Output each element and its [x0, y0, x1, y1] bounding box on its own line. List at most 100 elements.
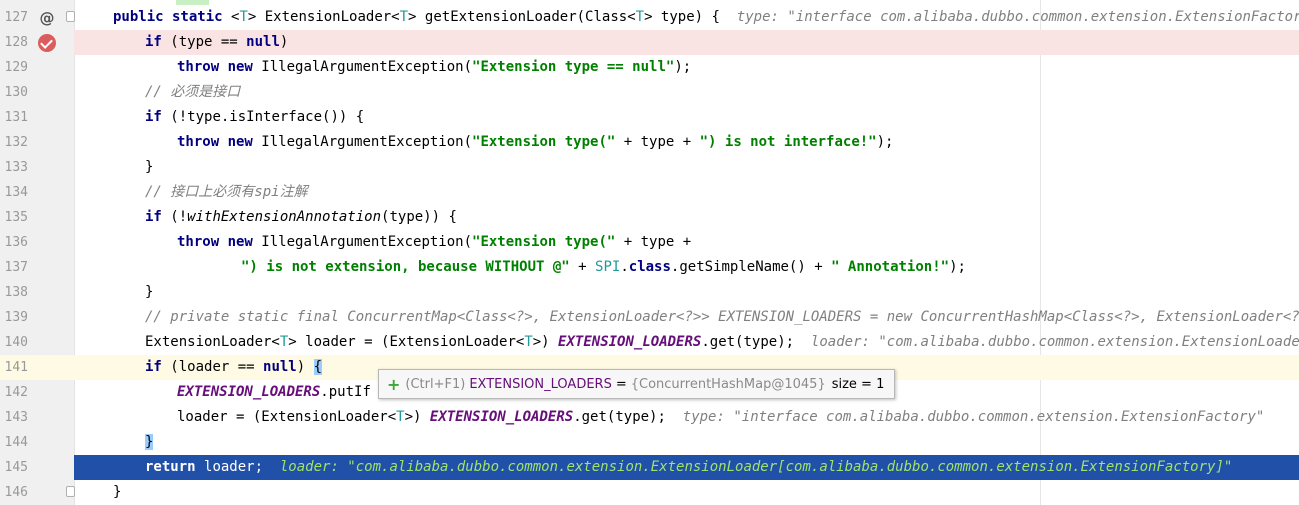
line-number: 127	[4, 10, 28, 25]
code-line[interactable]: 128 if (type == null)	[0, 30, 1299, 55]
code-editor[interactable]: 127 @ public static <T> ExtensionLoader<T>…	[0, 0, 1299, 505]
line-number: 132	[4, 135, 28, 150]
code-token: null	[246, 34, 280, 50]
code-token: " Annotation!"	[831, 259, 950, 275]
line-number: 133	[4, 160, 28, 175]
code-line[interactable]: 132 throw new IllegalArgumentException("E…	[0, 130, 1299, 155]
code-token: EXTENSION_LOADERS	[429, 409, 574, 425]
expand-plus-icon[interactable]: +	[387, 375, 400, 394]
code-line[interactable]: 146}	[0, 480, 1299, 505]
code-token: if	[145, 359, 171, 375]
code-text[interactable]: }	[113, 480, 121, 505]
code-line[interactable]: 130 // 必须是接口	[0, 80, 1299, 105]
inline-debug-value: loader: "com.alibaba.dubbo.common.extens…	[279, 459, 1233, 475]
code-text[interactable]: ExtensionLoader< T> loader = (ExtensionLo…	[145, 330, 1299, 355]
code-token: .getSimpleName() +	[670, 259, 832, 275]
code-line[interactable]: 127 @ public static <T> ExtensionLoader<T>…	[0, 5, 1299, 30]
code-text[interactable]: EXTENSION_LOADERS.putIf	[177, 380, 371, 405]
code-token: loader = (ExtensionLoader<	[177, 409, 397, 425]
code-text[interactable]: // 接口上必须有spi注解	[145, 180, 308, 205]
code-token: (!	[170, 209, 188, 225]
fold-toggle-icon[interactable]	[66, 486, 75, 497]
code-token: +	[569, 259, 596, 275]
code-token: (!type.isInterface()) {	[170, 109, 365, 125]
line-number: 142	[4, 385, 28, 400]
code-token: SPI	[595, 259, 621, 275]
code-text[interactable]: if (loader == null) {	[145, 355, 323, 380]
inline-debug-value: type: "interface com.alibaba.dubbo.commo…	[736, 9, 1299, 25]
code-token: }	[145, 434, 154, 450]
code-line[interactable]: 133}	[0, 155, 1299, 180]
code-text[interactable]: loader = (ExtensionLoader<T>) EXTENSION_…	[177, 405, 1264, 430]
code-text[interactable]: throw new IllegalArgumentException("Exte…	[177, 55, 691, 80]
line-number: 134	[4, 185, 28, 200]
code-token: );	[674, 59, 692, 75]
code-token: (type ==	[170, 34, 247, 50]
code-text[interactable]: }	[145, 155, 153, 180]
code-text[interactable]: throw new IllegalArgumentException("Exte…	[177, 130, 893, 155]
code-token: public static	[113, 9, 232, 25]
code-token: // 接口上必须有spi注解	[145, 184, 308, 200]
code-line[interactable]: 138}	[0, 280, 1299, 305]
code-text[interactable]: throw new IllegalArgumentException("Exte…	[177, 230, 691, 255]
code-token: throw new	[177, 134, 262, 150]
code-token: ExtensionLoader<	[145, 334, 280, 350]
code-line[interactable]: 129 throw new IllegalArgumentException("E…	[0, 55, 1299, 80]
code-text[interactable]: if (type == null)	[145, 30, 288, 55]
code-line[interactable]: 131 if (!type.isInterface()) {	[0, 105, 1299, 130]
code-text[interactable]: if (!withExtensionAnnotation(type)) {	[145, 205, 457, 230]
line-number: 130	[4, 85, 28, 100]
code-token: }	[145, 284, 154, 300]
code-token: > ExtensionLoader<	[247, 9, 400, 25]
code-text[interactable]: public static <T> ExtensionLoader<T> get…	[113, 5, 1299, 30]
code-token: IllegalArgumentException(	[261, 59, 473, 75]
code-line[interactable]: 136 throw new IllegalArgumentException("E…	[0, 230, 1299, 255]
fold-marker	[66, 11, 76, 23]
code-token: loader;	[204, 459, 280, 475]
code-token: throw new	[177, 59, 262, 75]
code-text[interactable]: ") is not extension, because WITHOUT @" …	[241, 255, 966, 280]
line-number: 139	[4, 310, 28, 325]
line-number: 140	[4, 335, 28, 350]
code-text[interactable]: // private static final ConcurrentMap<Cl…	[145, 305, 1299, 330]
code-line[interactable]: 145 return loader; loader: "com.alibaba.d…	[0, 455, 1299, 480]
code-line[interactable]: 140 ExtensionLoader< T> loader = (Extensio…	[0, 330, 1299, 355]
code-line[interactable]: 139 // private static final ConcurrentMap…	[0, 305, 1299, 330]
code-token: if	[145, 209, 171, 225]
tooltip-equals: =	[615, 376, 627, 392]
code-text[interactable]: return loader; loader: "com.alibaba.dubb…	[145, 455, 1232, 480]
line-number: 129	[4, 60, 28, 75]
gutter-marker	[38, 34, 56, 52]
debug-value-tooltip[interactable]: + (Ctrl+F1) EXTENSION_LOADERS = {Concurr…	[378, 369, 896, 399]
fold-toggle-icon[interactable]	[66, 11, 75, 22]
code-token: withExtensionAnnotation	[187, 209, 382, 225]
code-line[interactable]: 144}	[0, 430, 1299, 455]
code-token: return	[145, 459, 205, 475]
code-token: .get(type);	[701, 334, 811, 350]
code-token: >)	[532, 334, 559, 350]
code-line[interactable]: 143 loader = (ExtensionLoader<T>) EXTENSI…	[0, 405, 1299, 430]
line-number: 146	[4, 485, 28, 500]
code-token: IllegalArgumentException(	[261, 134, 473, 150]
code-text[interactable]: }	[145, 280, 153, 305]
line-number: 131	[4, 110, 28, 125]
code-token: .putIf	[320, 384, 371, 400]
code-line[interactable]: 137 ") is not extension, because WITHOUT …	[0, 255, 1299, 280]
line-number: 137	[4, 260, 28, 275]
code-token: "Extension type("	[472, 134, 616, 150]
code-token: >)	[404, 409, 430, 425]
code-line[interactable]: 134 // 接口上必须有spi注解	[0, 180, 1299, 205]
code-token: T	[399, 9, 409, 25]
code-text[interactable]: // 必须是接口	[145, 80, 240, 105]
code-token: + type +	[615, 134, 700, 150]
code-token: );	[876, 134, 894, 150]
code-token: T	[635, 9, 645, 25]
code-token: if	[145, 109, 171, 125]
code-text[interactable]: if (!type.isInterface()) {	[145, 105, 364, 130]
code-line[interactable]: 135 if (!withExtensionAnnotation(type)) {	[0, 205, 1299, 230]
breakpoint-icon[interactable]	[38, 34, 56, 52]
code-token: T	[524, 334, 533, 350]
override-at-icon[interactable]: @	[38, 9, 56, 27]
code-text[interactable]: }	[145, 430, 154, 455]
code-token: IllegalArgumentException(	[261, 234, 473, 250]
